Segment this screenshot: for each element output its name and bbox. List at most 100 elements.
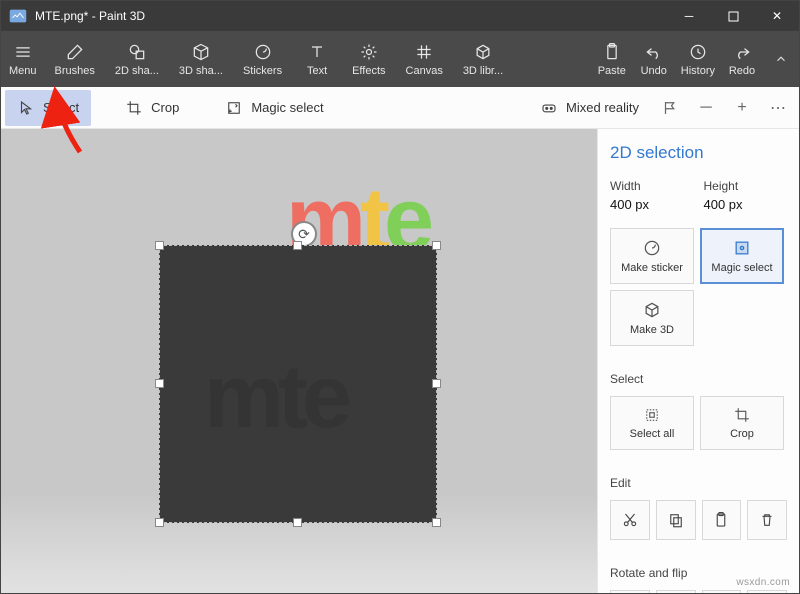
make-3d-label: Make 3D xyxy=(630,324,674,336)
edit-section-label: Edit xyxy=(610,476,787,490)
mixed-reality-icon xyxy=(540,99,558,117)
copy-button[interactable] xyxy=(656,500,696,540)
cube-icon xyxy=(191,42,211,62)
chevron-up-icon xyxy=(774,52,788,66)
magic-select-icon xyxy=(225,99,243,117)
cursor-icon xyxy=(17,99,35,117)
cut-button[interactable] xyxy=(610,500,650,540)
panel-crop-button[interactable]: Crop xyxy=(700,396,784,450)
collapse-ribbon-button[interactable] xyxy=(763,31,799,87)
dark-mte-text: mte xyxy=(204,346,346,449)
flip-horizontal-button[interactable] xyxy=(702,590,742,593)
3d-shapes-label: 3D sha... xyxy=(179,65,223,77)
2d-shapes-label: 2D sha... xyxy=(115,65,159,77)
crop-tool-button[interactable]: Crop xyxy=(113,90,191,126)
redo-button[interactable]: Redo xyxy=(721,31,763,87)
paste-icon xyxy=(712,511,730,529)
resize-handle-nw[interactable] xyxy=(155,241,164,250)
resize-handle-se[interactable] xyxy=(432,518,441,527)
select-all-button[interactable]: Select all xyxy=(610,396,694,450)
delete-button[interactable] xyxy=(747,500,787,540)
paint3d-window: MTE.png* - Paint 3D ─ ✕ Menu Brushes 2D … xyxy=(0,0,800,594)
canvas-icon xyxy=(414,42,434,62)
window-minimize-button[interactable]: ─ xyxy=(667,1,711,31)
menu-button[interactable]: Menu xyxy=(1,31,45,87)
canvas-button[interactable]: Canvas xyxy=(396,31,453,87)
more-options-button[interactable]: ⋯ xyxy=(761,90,795,126)
select-label: Select xyxy=(43,100,79,115)
watermark: wsxdn.com xyxy=(736,577,790,588)
zoom-out-button[interactable]: ─ xyxy=(689,90,723,126)
3d-library-label: 3D libr... xyxy=(463,65,503,77)
rotate-left-button[interactable] xyxy=(610,590,650,593)
window-close-button[interactable]: ✕ xyxy=(755,1,799,31)
3d-shapes-button[interactable]: 3D sha... xyxy=(169,31,233,87)
select-section-label: Select xyxy=(610,372,787,386)
text-label: Text xyxy=(307,65,327,77)
select-tool-button[interactable]: Select xyxy=(5,90,91,126)
secondary-toolbar: Select Crop Magic select Mixed reality ─… xyxy=(1,87,799,129)
cube-icon xyxy=(642,300,662,320)
undo-label: Undo xyxy=(641,65,667,77)
select-all-label: Select all xyxy=(630,428,675,440)
crop-icon xyxy=(733,406,751,424)
paste-label: Paste xyxy=(598,65,626,77)
view-3d-button[interactable] xyxy=(653,90,687,126)
stickers-button[interactable]: Stickers xyxy=(233,31,292,87)
history-label: History xyxy=(681,65,715,77)
effects-button[interactable]: Effects xyxy=(342,31,395,87)
cut-icon xyxy=(621,511,639,529)
panel-crop-label: Crop xyxy=(730,428,754,440)
magic-select-label: Magic select xyxy=(251,100,323,115)
make-sticker-button[interactable]: Make sticker xyxy=(610,228,694,284)
resize-handle-e[interactable] xyxy=(432,379,441,388)
brush-icon xyxy=(65,42,85,62)
width-label: Width xyxy=(610,179,694,193)
mixed-reality-button[interactable]: Mixed reality xyxy=(528,90,651,126)
sticker-icon xyxy=(253,42,273,62)
resize-handle-s[interactable] xyxy=(293,518,302,527)
rotate-right-button[interactable] xyxy=(656,590,696,593)
flip-vertical-button[interactable] xyxy=(747,590,787,593)
3d-library-button[interactable]: 3D libr... xyxy=(453,31,513,87)
panel-magic-select-label: Magic select xyxy=(711,262,772,274)
make-3d-button[interactable]: Make 3D xyxy=(610,290,694,346)
paste-icon xyxy=(602,42,622,62)
panel-magic-select-button[interactable]: Magic select xyxy=(700,228,784,284)
2d-shapes-icon xyxy=(127,42,147,62)
undo-button[interactable]: Undo xyxy=(633,31,675,87)
resize-handle-ne[interactable] xyxy=(432,241,441,250)
mixed-reality-label: Mixed reality xyxy=(566,100,639,115)
magic-select-tool-button[interactable]: Magic select xyxy=(213,90,335,126)
resize-handle-sw[interactable] xyxy=(155,518,164,527)
height-value[interactable]: 400 px xyxy=(704,197,788,224)
main-area: mte ⟳ mte 2D selection Width 400 px xyxy=(1,129,799,593)
ribbon-toolbar: Menu Brushes 2D sha... 3D sha... Sticker… xyxy=(1,31,799,87)
undo-icon xyxy=(644,42,664,62)
text-button[interactable]: Text xyxy=(292,31,342,87)
trash-icon xyxy=(758,511,776,529)
select-all-icon xyxy=(643,406,661,424)
menu-label: Menu xyxy=(9,65,37,77)
history-icon xyxy=(688,42,708,62)
resize-handle-w[interactable] xyxy=(155,379,164,388)
stickers-label: Stickers xyxy=(243,65,282,77)
crop-label: Crop xyxy=(151,100,179,115)
zoom-in-button[interactable]: + xyxy=(725,90,759,126)
window-title: MTE.png* - Paint 3D xyxy=(35,9,667,23)
canvas-label: Canvas xyxy=(406,65,443,77)
paste-button[interactable]: Paste xyxy=(591,31,633,87)
2d-shapes-button[interactable]: 2D sha... xyxy=(105,31,169,87)
text-icon xyxy=(307,42,327,62)
brushes-button[interactable]: Brushes xyxy=(45,31,105,87)
selection-box[interactable]: mte xyxy=(159,245,437,523)
width-value[interactable]: 400 px xyxy=(610,197,694,224)
height-label: Height xyxy=(704,179,788,193)
window-maximize-button[interactable] xyxy=(711,1,755,31)
history-button[interactable]: History xyxy=(675,31,721,87)
crop-icon xyxy=(125,99,143,117)
copy-icon xyxy=(667,511,685,529)
canvas-viewport[interactable]: mte ⟳ mte xyxy=(1,129,597,593)
resize-handle-n[interactable] xyxy=(293,241,302,250)
paste-panel-button[interactable] xyxy=(702,500,742,540)
